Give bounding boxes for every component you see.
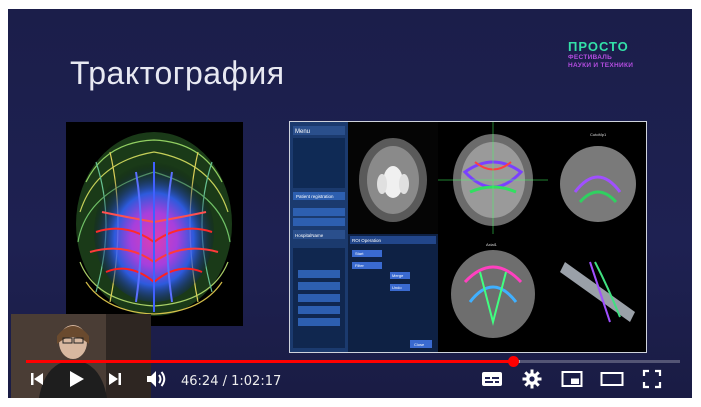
fullscreen-button[interactable] (640, 365, 664, 398)
tractography-image (66, 122, 243, 326)
next-icon (107, 371, 123, 392)
patient-registration-label: Patient registration (296, 194, 334, 199)
subtitles-icon (481, 370, 503, 393)
theater-button[interactable] (598, 365, 626, 398)
dialog-title: ROI Operation (352, 238, 382, 243)
hospital-name-label: HospitalName (295, 233, 324, 238)
close-button-label: Close (414, 342, 425, 347)
software-screenshot: Menu Patient registration HospitalName C… (289, 121, 647, 353)
filter-button-label: Filter (355, 263, 365, 268)
slide-title: Трактография (70, 55, 285, 91)
logo-line-2: ФЕСТИВАЛЬ (568, 54, 613, 61)
miniplayer-button[interactable] (559, 365, 585, 398)
progress-played (26, 360, 514, 363)
video-player: Трактография ПРОСТО ФЕСТИВАЛЬ НАУКИ И ТЕ… (0, 0, 701, 407)
coronal-label: CutoMp1 (590, 132, 607, 137)
current-time: 46:24 (181, 374, 219, 389)
menu-label: Menu (295, 129, 310, 135)
settings-button[interactable] (520, 365, 544, 398)
logo-line-3: НАУКИ И ТЕХНИКИ (568, 62, 634, 69)
next-button[interactable] (104, 365, 126, 398)
undo-button-label: Undo (392, 285, 402, 290)
previous-icon (29, 371, 45, 392)
subtitles-button[interactable] (480, 365, 504, 398)
player-controls: 46:24 / 1:02:17 (8, 365, 692, 398)
fullscreen-icon (642, 369, 662, 394)
play-icon (66, 369, 86, 394)
progress-bar[interactable] (26, 356, 680, 367)
theater-icon (600, 371, 624, 392)
gear-icon (522, 369, 542, 394)
start-button-label: Start (355, 251, 364, 256)
logo-line-1: ПРОСТО (568, 39, 629, 54)
miniplayer-icon (561, 370, 583, 393)
previous-button[interactable] (26, 365, 48, 398)
merge-button-label: Merge (392, 273, 404, 278)
volume-icon (145, 369, 167, 394)
time-separator: / (218, 374, 232, 389)
duration: 1:02:17 (231, 374, 282, 389)
axial-label: Axial1 (486, 242, 498, 247)
festival-logo: ПРОСТО ФЕСТИВАЛЬ НАУКИ И ТЕХНИКИ (568, 39, 668, 70)
video-frame[interactable]: Трактография ПРОСТО ФЕСТИВАЛЬ НАУКИ И ТЕ… (8, 9, 692, 398)
volume-button[interactable] (144, 365, 168, 398)
play-button[interactable] (62, 365, 90, 398)
time-display: 46:24 / 1:02:17 (181, 365, 281, 398)
